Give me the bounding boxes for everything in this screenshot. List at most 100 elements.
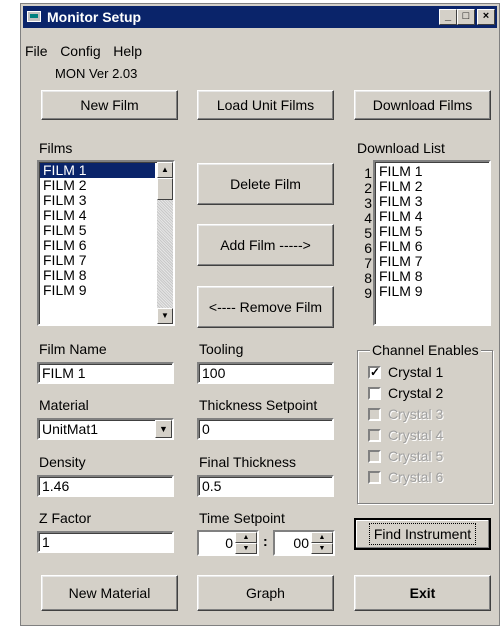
scroll-up-icon[interactable]: ▲ [157,162,173,178]
spin-up-icon[interactable]: ▲ [311,532,333,543]
download-list-item[interactable]: FILM 1 [376,164,488,179]
minutes-value: 0 [225,535,233,551]
download-films-button[interactable]: Download Films [354,90,491,120]
film-list-item[interactable]: FILM 4 [40,208,155,223]
crystal-checkbox-2[interactable]: Crystal 2 [368,384,443,402]
channel-enables-title: Channel Enables [370,342,481,358]
spin-down-icon[interactable]: ▼ [311,543,333,554]
minimize-button[interactable]: _ [439,9,457,25]
download-row-number: 2 [364,180,372,196]
crystal-label: Crystal 5 [388,448,444,464]
channel-enables-group: Channel Enables ✓ Crystal 1 Crystal 2 Cryst… [357,342,493,504]
film-list-item[interactable]: FILM 7 [40,253,155,268]
download-list-item[interactable]: FILM 6 [376,239,488,254]
download-list-item[interactable]: FILM 7 [376,254,488,269]
menu-bar: File Config Help [25,43,151,59]
download-list-label: Download List [357,140,445,156]
download-list-item[interactable]: FILM 9 [376,284,488,299]
material-value: UnitMat1 [42,421,99,437]
z-factor-field[interactable]: 1 [37,531,174,553]
crystal-checkbox-1[interactable]: ✓ Crystal 1 [368,363,443,381]
crystal-checkbox-6: Crystal 6 [368,468,443,486]
download-row-number: 1 [364,165,372,181]
crystal-label: Crystal 3 [388,406,444,422]
close-button[interactable]: × [477,9,495,25]
checkbox-icon [368,449,381,463]
spin-up-icon[interactable]: ▲ [235,532,257,543]
time-separator: : [263,533,268,549]
download-list-item[interactable]: FILM 8 [376,269,488,284]
remove-film-button[interactable]: <---- Remove Film [197,286,334,328]
film-list-item[interactable]: FILM 2 [40,178,155,193]
time-setpoint-label: Time Setpoint [199,510,285,526]
film-list-item[interactable]: FILM 5 [40,223,155,238]
checkbox-icon [368,470,381,484]
download-list-item[interactable]: FILM 4 [376,209,488,224]
film-list-item[interactable]: FILM 1 [40,163,155,178]
version-label: MON Ver 2.03 [55,66,138,81]
maximize-button[interactable]: □ [457,9,475,25]
time-seconds-spinner[interactable]: 00 ▲ ▼ [273,530,335,556]
tooling-label: Tooling [199,341,244,357]
download-list-item[interactable]: FILM 3 [376,194,488,209]
scroll-down-icon[interactable]: ▼ [157,308,173,324]
crystal-label: Crystal 6 [388,469,444,485]
film-name-label: Film Name [39,341,107,357]
checkbox-icon [368,428,381,442]
crystal-label: Crystal 1 [388,364,444,380]
download-row-number: 7 [364,255,372,271]
download-list-item[interactable]: FILM 2 [376,179,488,194]
checkmark-icon[interactable]: ✓ [368,365,381,379]
load-unit-films-button[interactable]: Load Unit Films [197,90,334,120]
film-list-item[interactable]: FILM 9 [40,283,155,298]
crystal-checkbox-3: Crystal 3 [368,405,443,423]
add-film-button[interactable]: Add Film -----> [197,224,334,266]
scroll-thumb[interactable] [157,178,173,200]
film-name-field[interactable]: FILM 1 [37,362,174,384]
download-list-numbers: 123456789 [362,166,372,301]
menu-help[interactable]: Help [113,43,142,59]
material-select[interactable]: UnitMat1 ▼ [37,418,174,440]
delete-film-button[interactable]: Delete Film [197,163,334,205]
download-row-number: 4 [364,210,372,226]
download-row-number: 8 [364,270,372,286]
new-material-button[interactable]: New Material [41,575,178,611]
films-scrollbar[interactable]: ▲ ▼ [157,162,173,324]
monitor-setup-window: Monitor Setup _ □ × File Config Help MON… [20,3,500,626]
crystal-label: Crystal 2 [388,385,444,401]
menu-file[interactable]: File [25,43,48,59]
checkbox-icon [368,407,381,421]
time-minutes-spinner[interactable]: 0 ▲ ▼ [197,530,259,556]
density-field[interactable]: 1.46 [37,475,174,497]
menu-config[interactable]: Config [60,43,100,59]
crystal-checkbox-4: Crystal 4 [368,426,443,444]
final-thickness-label: Final Thickness [199,454,297,470]
films-label: Films [39,140,73,156]
final-thickness-field[interactable]: 0.5 [197,475,334,497]
thickness-setpoint-field[interactable]: 0 [197,418,334,440]
tooling-field[interactable]: 100 [197,362,334,384]
download-row-number: 9 [364,285,372,301]
find-instrument-label: Find Instrument [368,523,477,545]
film-list-item[interactable]: FILM 3 [40,193,155,208]
checkbox-icon[interactable] [368,386,381,400]
film-list-item[interactable]: FILM 8 [40,268,155,283]
graph-button[interactable]: Graph [197,575,334,611]
download-row-number: 5 [364,225,372,241]
window-title: Monitor Setup [47,9,142,25]
new-film-button[interactable]: New Film [41,90,178,120]
thickness-setpoint-label: Thickness Setpoint [199,397,318,413]
download-row-number: 6 [364,240,372,256]
chevron-down-icon[interactable]: ▼ [155,420,172,438]
spin-down-icon[interactable]: ▼ [235,543,257,554]
find-instrument-button[interactable]: Find Instrument [354,518,491,550]
films-listbox[interactable]: FILM 1 FILM 2 FILM 3 FILM 4 FILM 5 FILM 6 FILM… [37,160,175,326]
film-list-item[interactable]: FILM 6 [40,238,155,253]
exit-button[interactable]: Exit [354,575,491,611]
download-row-number: 3 [364,195,372,211]
crystal-label: Crystal 4 [388,427,444,443]
app-icon [27,11,41,22]
download-listbox[interactable]: FILM 1 FILM 2 FILM 3 FILM 4 FILM 5 FILM 6 FILM… [373,160,491,326]
title-bar: Monitor Setup _ □ × [23,6,497,28]
download-list-item[interactable]: FILM 5 [376,224,488,239]
